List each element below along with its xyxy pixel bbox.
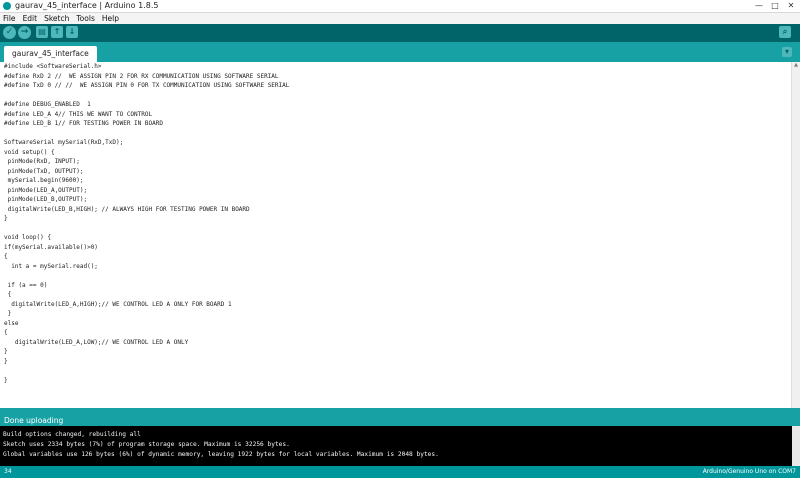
code-line[interactable]: } <box>4 214 792 224</box>
code-line[interactable]: mySerial.begin(9600); <box>4 176 792 186</box>
open-sketch-button[interactable]: ↑ <box>51 26 63 38</box>
code-line[interactable]: #define LED_A 4// THIS WE WANT TO CONTRO… <box>4 110 792 120</box>
code-line[interactable]: pinMode(LED_B,OUTPUT); <box>4 195 792 205</box>
tab-bar: gaurav_45_interface ▾ <box>0 42 800 62</box>
code-editor[interactable]: #include <SoftwareSerial.h> #define RxD 2… <box>0 62 792 408</box>
editor-scrollbar[interactable]: ▲ <box>791 62 800 408</box>
code-line[interactable]: pinMode(TxD, OUTPUT); <box>4 167 792 177</box>
menu-sketch[interactable]: Sketch <box>41 13 73 24</box>
tab-menu-icon[interactable]: ▾ <box>782 47 792 57</box>
menu-tools[interactable]: Tools <box>73 13 98 24</box>
menu-file[interactable]: File <box>0 13 20 24</box>
line-number: 34 <box>4 468 12 475</box>
code-line[interactable]: pinMode(LED_A,OUTPUT); <box>4 186 792 196</box>
console-scrollbar[interactable] <box>792 426 800 466</box>
code-line[interactable]: void setup() { <box>4 148 792 158</box>
code-line[interactable]: else <box>4 319 792 329</box>
toolbar: ✓ → ▤ ↑ ↓ ⌕ <box>0 24 800 42</box>
maximize-button[interactable]: □ <box>768 0 782 12</box>
code-line[interactable] <box>4 91 792 101</box>
console-text: Build options changed, rebuilding all Ske… <box>0 426 792 460</box>
code-line[interactable]: digitalWrite(LED_A,HIGH);// WE CONTROL L… <box>4 300 792 310</box>
menu-help[interactable]: Help <box>99 13 123 24</box>
close-button[interactable]: ✕ <box>784 0 798 12</box>
code-line[interactable]: void loop() { <box>4 233 792 243</box>
arduino-logo-icon <box>3 2 11 10</box>
console-line: Sketch uses 2334 bytes (7%) of program s… <box>3 441 290 448</box>
code-line[interactable]: } <box>4 347 792 357</box>
save-sketch-button[interactable]: ↓ <box>66 26 78 38</box>
board-port: Arduino/Genuino Uno on COM7 <box>702 468 796 475</box>
new-sketch-button[interactable]: ▤ <box>36 26 48 38</box>
console-line: Build options changed, rebuilding all <box>3 431 141 438</box>
menu-edit[interactable]: Edit <box>20 13 42 24</box>
console-line: Global variables use 126 bytes (6%) of d… <box>3 451 439 458</box>
title-bar: gaurav_45_interface | Arduino 1.8.5 — □ … <box>0 0 800 13</box>
minimize-button[interactable]: — <box>752 0 766 12</box>
code-line[interactable]: if(mySerial.available()>0) <box>4 243 792 253</box>
code-line[interactable]: int a = mySerial.read(); <box>4 262 792 272</box>
code-line[interactable]: pinMode(RxD, INPUT); <box>4 157 792 167</box>
code-line[interactable] <box>4 366 792 376</box>
upload-button[interactable]: → <box>18 26 31 39</box>
console-output: Build options changed, rebuilding all Ske… <box>0 426 792 466</box>
code-line[interactable]: { <box>4 252 792 262</box>
code-line[interactable]: } <box>4 376 792 386</box>
code-line[interactable]: #include <SoftwareSerial.h> <box>4 62 792 72</box>
menu-bar: File Edit Sketch Tools Help <box>0 13 800 24</box>
code-line[interactable]: { <box>4 290 792 300</box>
verify-button[interactable]: ✓ <box>3 26 16 39</box>
status-bar: Done uploading <box>0 408 800 426</box>
code-line[interactable]: digitalWrite(LED_B,HIGH); // ALWAYS HIGH… <box>4 205 792 215</box>
code-line[interactable]: } <box>4 309 792 319</box>
footer-bar: 34 Arduino/Genuino Uno on COM7 <box>0 466 800 478</box>
code-line[interactable]: { <box>4 328 792 338</box>
code-line[interactable]: if (a == 0) <box>4 281 792 291</box>
code-line[interactable] <box>4 224 792 234</box>
code-line[interactable] <box>4 271 792 281</box>
code-text[interactable]: #include <SoftwareSerial.h> #define RxD 2… <box>0 62 792 385</box>
code-line[interactable]: #define TxD 0 // // WE ASSIGN PIN 0 FOR … <box>4 81 792 91</box>
status-message: Done uploading <box>4 416 64 425</box>
code-line[interactable]: } <box>4 357 792 367</box>
code-line[interactable]: #define DEBUG_ENABLED 1 <box>4 100 792 110</box>
code-line[interactable] <box>4 129 792 139</box>
window-title: gaurav_45_interface | Arduino 1.8.5 <box>15 1 159 10</box>
scroll-up-icon[interactable]: ▲ <box>792 62 800 68</box>
serial-monitor-button[interactable]: ⌕ <box>779 26 791 38</box>
code-line[interactable]: SoftwareSerial mySerial(RxD,TxD); <box>4 138 792 148</box>
code-line[interactable]: #define RxD 2 // WE ASSIGN PIN 2 FOR RX … <box>4 72 792 82</box>
tab-gaurav-45-interface[interactable]: gaurav_45_interface <box>4 46 97 62</box>
code-line[interactable]: #define LED_B 1// FOR TESTING POWER IN B… <box>4 119 792 129</box>
code-line[interactable]: digitalWrite(LED_A,LOW);// WE CONTROL LE… <box>4 338 792 348</box>
